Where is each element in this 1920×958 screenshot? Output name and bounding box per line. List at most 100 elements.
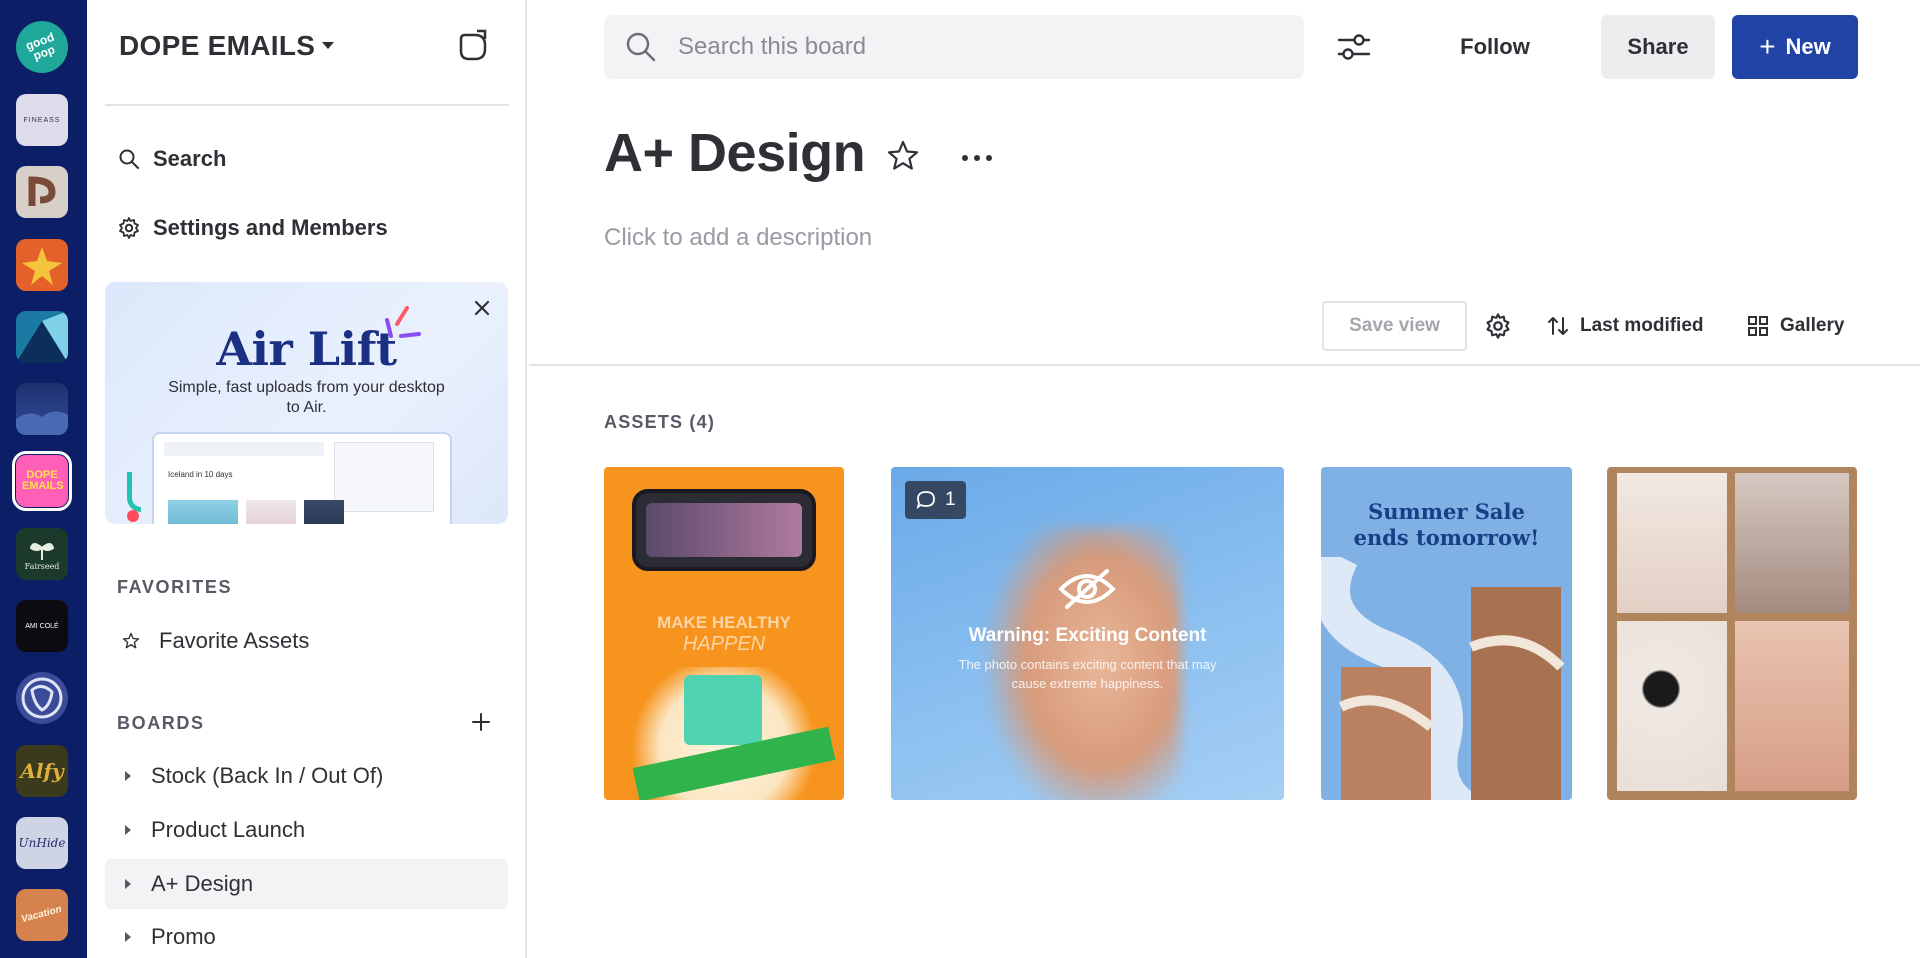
view-mode-label: Gallery (1780, 315, 1845, 336)
workspace-dog[interactable] (16, 672, 68, 724)
star-icon (122, 632, 140, 649)
workspace-logo-text: Vacation (20, 903, 64, 926)
view-mode-dropdown[interactable]: Gallery (1746, 310, 1844, 342)
assets-heading: ASSETS (4) (604, 412, 716, 432)
favorites-heading: FAVORITES (117, 577, 233, 597)
board-description[interactable]: Click to add a description (604, 224, 872, 252)
star-burst-icon (22, 247, 62, 285)
cloud-icon (16, 411, 68, 435)
workspace-logo-text: DOPE EMAILS (22, 469, 64, 492)
asset-collage-image (1617, 473, 1727, 613)
asset-caption: The photo contains exciting content that… (958, 657, 1217, 691)
workspace-unhide[interactable]: UnHide (16, 817, 68, 869)
workspace-logo-text: UnHide (18, 836, 66, 850)
workspace-menu-caret-icon[interactable] (322, 42, 334, 49)
workspace-name[interactable]: DOPE EMAILS (119, 30, 315, 62)
promo-decoration-dot (127, 510, 139, 522)
sidebar-settings-label: Settings and Members (153, 215, 388, 240)
asset-product-image (684, 675, 762, 745)
sidebar-search[interactable]: Search (117, 143, 226, 175)
workspace-alfy[interactable]: Alfy (16, 745, 68, 797)
favorite-star-icon[interactable] (885, 138, 921, 174)
asset-caption: Summer Sale (1368, 499, 1525, 524)
asset-caption: MAKE HEALTHY (657, 613, 791, 632)
grid-icon (1748, 316, 1768, 336)
search-icon (626, 32, 656, 62)
expand-caret-icon[interactable] (125, 879, 131, 889)
share-button[interactable]: Share (1601, 15, 1715, 79)
new-button[interactable]: + New (1732, 15, 1858, 79)
sidebar-board-product-launch[interactable]: Product Launch (105, 805, 508, 855)
board-search[interactable] (604, 15, 1304, 79)
workspace-logo-text: good pop (23, 29, 57, 63)
board-label: Promo (151, 924, 216, 949)
workspace-orange-star[interactable] (16, 239, 68, 291)
asset-collage-image (1617, 621, 1727, 791)
workspace-logo-text: Alfy (20, 759, 64, 783)
sprout-icon (29, 542, 55, 560)
save-view-button[interactable]: Save view (1322, 301, 1467, 351)
follow-button[interactable]: Follow (1427, 18, 1563, 76)
workspace-p-logo[interactable] (16, 166, 68, 218)
workspace-dope-emails[interactable]: DOPE EMAILS (12, 451, 72, 511)
sidebar-board-a-plus-design[interactable]: A+ Design (105, 859, 508, 909)
asset-card[interactable]: 1 Warning: Exciting Content The photo co… (891, 467, 1284, 800)
promo-decoration (127, 472, 141, 512)
sidebar-settings[interactable]: Settings and Members (117, 212, 388, 244)
workspace-badge-icon[interactable] (455, 29, 491, 65)
promo-app-screenshot: Iceland in 10 days (152, 432, 452, 524)
p-logo-icon (28, 176, 56, 206)
boards-heading: BOARDS (117, 713, 205, 733)
workspace-logo-text: AMI COLÉ (25, 622, 59, 630)
sort-arrows-icon (1548, 317, 1568, 335)
comment-icon (916, 491, 935, 510)
dog-face-icon (21, 677, 63, 719)
sort-dropdown[interactable]: Last modified (1546, 310, 1704, 342)
sidebar-board-promo[interactable]: Promo (105, 912, 508, 958)
asset-collage-image (1735, 473, 1849, 613)
sidebar-divider (105, 104, 509, 106)
fold-shape-icon (16, 311, 68, 363)
workspace-rail: good pop FINEASS DOPE EMAILS Fairseed AM… (0, 0, 87, 958)
gear-icon (119, 217, 139, 239)
search-icon (119, 149, 139, 169)
workspace-goodpop[interactable]: good pop (16, 21, 68, 73)
workspace-ami-cole[interactable]: AMI COLÉ (16, 600, 68, 652)
toolbar-divider (529, 364, 1920, 366)
board-label: Stock (Back In / Out Of) (151, 763, 384, 788)
asset-card[interactable] (1607, 467, 1857, 800)
workspace-fineass[interactable]: FINEASS (16, 94, 68, 146)
workspace-teal-fold[interactable] (16, 311, 68, 363)
asset-wave-image (1321, 557, 1565, 800)
asset-card[interactable]: MAKE HEALTHY HAPPEN (604, 467, 844, 800)
asset-caption: Warning: Exciting Content (968, 625, 1207, 646)
expand-caret-icon[interactable] (125, 771, 131, 781)
favorite-assets-link[interactable]: Favorite Assets (121, 625, 309, 657)
gear-icon[interactable] (1484, 312, 1512, 340)
add-board-icon[interactable] (469, 710, 493, 734)
asset-phone-image (632, 489, 816, 571)
expand-caret-icon[interactable] (125, 825, 131, 835)
board-label: Product Launch (151, 817, 306, 842)
close-icon[interactable] (470, 296, 494, 320)
sort-label: Last modified (1580, 315, 1704, 336)
filter-sliders-icon[interactable] (1335, 28, 1373, 66)
board-title[interactable]: A+ Design (604, 122, 866, 184)
workspace-vacation[interactable]: Vacation (16, 889, 68, 941)
new-button-label: New (1785, 34, 1831, 59)
workspace-night-sky[interactable] (16, 383, 68, 435)
board-label: A+ Design (151, 871, 254, 896)
asset-caption: ends tomorrow! (1353, 525, 1540, 550)
expand-caret-icon[interactable] (125, 932, 131, 942)
promo-title: Air Lift (216, 322, 397, 376)
workspace-fairseed[interactable]: Fairseed (16, 528, 68, 580)
sidebar-board-stock[interactable]: Stock (Back In / Out Of) (105, 751, 508, 801)
asset-card[interactable]: Summer Sale ends tomorrow! (1321, 467, 1572, 800)
promo-screen-caption: Iceland in 10 days (168, 470, 233, 479)
main-content: Follow Share + New A+ Design Click to ad… (529, 0, 1920, 958)
board-search-input[interactable] (678, 33, 1278, 61)
sidebar-search-label: Search (153, 146, 227, 171)
plus-icon: + (1759, 31, 1776, 62)
comment-count-badge[interactable]: 1 (905, 481, 966, 519)
more-options-icon[interactable] (959, 140, 995, 176)
